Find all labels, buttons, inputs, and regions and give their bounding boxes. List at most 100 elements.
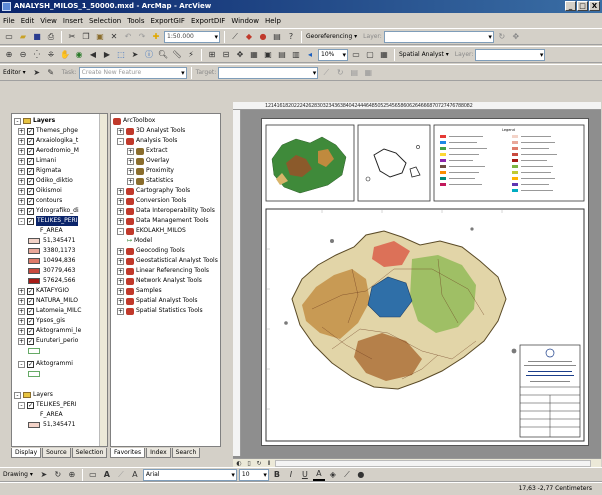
toc-layer[interactable]: + ✓ Ydrografiko_di	[14, 206, 107, 216]
bold-button[interactable]: B	[271, 469, 283, 481]
expand-icon[interactable]: +	[117, 197, 124, 205]
expand-icon[interactable]: +	[117, 247, 124, 255]
toc-scrollbar[interactable]	[99, 114, 107, 446]
expand-icon[interactable]: +	[18, 287, 25, 295]
toc-layer[interactable]: + ✓ Rigmata	[14, 166, 107, 176]
arccatalog-icon[interactable]: ●	[257, 31, 269, 43]
layer-checkbox[interactable]: ✓	[27, 147, 34, 155]
toc-layer[interactable]: + ✓ Odiko_diktio	[14, 176, 107, 186]
layer-checkbox[interactable]: ✓	[27, 297, 34, 305]
full-extent-icon[interactable]: ◉	[73, 49, 85, 61]
menu-insert[interactable]: Insert	[63, 17, 83, 25]
expand-icon[interactable]: +	[18, 337, 25, 345]
refresh-view-icon[interactable]: ↻	[255, 459, 263, 467]
layout-zoom-out-icon[interactable]: ⊟	[220, 49, 232, 61]
expand-icon[interactable]: +	[18, 127, 25, 135]
toolbox-item[interactable]: + Overlay	[113, 156, 220, 166]
toc-layer[interactable]: + ✓ KATAFYGIO	[14, 286, 107, 296]
layer-checkbox[interactable]: ✓	[27, 197, 34, 205]
edit-tool-icon[interactable]: ➤	[31, 67, 43, 79]
expand-icon[interactable]: +	[117, 257, 124, 265]
layer-checkbox[interactable]: ✓	[27, 317, 34, 325]
close-button[interactable]: X	[589, 1, 600, 11]
expand-icon[interactable]: +	[127, 157, 134, 165]
map-scale-combo[interactable]: 1:50.000	[164, 30, 220, 43]
collapse-icon[interactable]: -	[14, 391, 21, 399]
minimize-button[interactable]: _	[565, 1, 576, 11]
toc-layer-telikes-2[interactable]: - ✓ TELIKES_PERI	[14, 400, 107, 410]
spatial-analyst-menu[interactable]: Spatial Analyst ▾	[399, 51, 449, 58]
expand-icon[interactable]: +	[117, 267, 124, 275]
toc-layer[interactable]: + ✓ Arxaiologika_t	[14, 136, 107, 146]
menu-help[interactable]: Help	[265, 17, 281, 25]
layer-checkbox[interactable]: ✓	[27, 127, 34, 135]
layer-checkbox[interactable]: ✓	[27, 327, 34, 335]
save-icon[interactable]: ■	[31, 31, 43, 43]
maximize-button[interactable]: □	[577, 1, 588, 11]
expand-icon[interactable]: +	[18, 167, 25, 175]
attributes-icon[interactable]: ▤	[348, 67, 360, 79]
whats-this-icon[interactable]: ?	[285, 31, 297, 43]
rectangle-tool-icon[interactable]: ▭	[87, 469, 99, 481]
tab-favorites[interactable]: Favorites	[110, 448, 146, 458]
menu-edit[interactable]: Edit	[21, 17, 35, 25]
font-name-combo[interactable]: Arial	[142, 468, 237, 481]
toolbox-item[interactable]: + Spatial Statistics Tools	[113, 306, 220, 316]
print-icon[interactable]: ⎙	[45, 31, 57, 43]
layer-checkbox[interactable]: ✓	[27, 137, 34, 145]
open-folder-icon[interactable]: ▰	[17, 31, 29, 43]
expand-icon[interactable]: +	[18, 297, 25, 305]
change-layout-icon[interactable]: ▦	[378, 49, 390, 61]
toolbox-item[interactable]: ↦ Model	[113, 236, 220, 246]
pan-icon[interactable]: ✋	[59, 49, 71, 61]
zoom-whole-page-icon[interactable]: ▦	[248, 49, 260, 61]
collapse-icon[interactable]: -	[14, 117, 21, 125]
horizontal-scrollbar[interactable]	[275, 459, 591, 467]
expand-icon[interactable]: +	[127, 147, 134, 155]
collapse-icon[interactable]: -	[18, 401, 25, 409]
menu-file[interactable]: File	[3, 17, 15, 25]
toolbox-item[interactable]: + Data Interoperability Tools	[113, 206, 220, 216]
pause-drawing-icon[interactable]: Ⅱ	[265, 459, 273, 467]
layer-checkbox[interactable]: ✓	[27, 167, 34, 175]
toolbox-item[interactable]: + Proximity	[113, 166, 220, 176]
toc-layer[interactable]: + ✓ Ypsos_gis	[14, 316, 107, 326]
rotate-tool-icon[interactable]: ↻	[334, 67, 346, 79]
layout-zoom-in-icon[interactable]: ⊞	[206, 49, 218, 61]
font-color-button[interactable]: A	[312, 469, 325, 481]
underline-button[interactable]: U	[299, 469, 311, 481]
zoom-in-icon[interactable]: ⊕	[3, 49, 15, 61]
fill-color-icon[interactable]: ◈	[327, 469, 339, 481]
layout-back-icon[interactable]: ◂	[304, 49, 316, 61]
tab-selection[interactable]: Selection	[71, 448, 108, 458]
menu-selection[interactable]: Selection	[89, 17, 121, 25]
toc-layer[interactable]: + ✓ Euruteri_perio	[14, 336, 107, 346]
expand-icon[interactable]: +	[117, 187, 124, 195]
sketch-properties-icon[interactable]: ▦	[362, 67, 374, 79]
layer-checkbox[interactable]: ✓	[27, 337, 34, 345]
zoom-to-selected-icon[interactable]: ⊕	[66, 469, 78, 481]
arctoolbox-root[interactable]: ArcToolbox	[113, 116, 220, 126]
toc-layer[interactable]: + ✓ Oikismoi	[14, 186, 107, 196]
zoom-100-icon[interactable]: ▣	[262, 49, 274, 61]
toolbox-item[interactable]: + Geocoding Tools	[113, 246, 220, 256]
drawing-menu[interactable]: Drawing ▾	[3, 471, 33, 478]
fixed-zoom-in-icon[interactable]: ⁛	[31, 49, 43, 61]
layout-zoom-combo[interactable]: 10%	[318, 48, 348, 61]
command-line-icon[interactable]: ▤	[271, 31, 283, 43]
marker-color-icon[interactable]: ●	[355, 469, 367, 481]
layer-checkbox[interactable]: ✓	[27, 157, 34, 165]
layout-fixed-zoom-out-icon[interactable]: ▥	[290, 49, 302, 61]
toc-layer[interactable]: + ✓ Limani	[14, 156, 107, 166]
expand-icon[interactable]: +	[117, 297, 124, 305]
collapse-icon[interactable]: -	[117, 137, 124, 145]
delete-icon[interactable]: ✕	[108, 31, 120, 43]
layer-checkbox[interactable]: ✓	[27, 217, 34, 225]
expand-icon[interactable]: +	[127, 167, 134, 175]
layer-checkbox[interactable]: ✓	[27, 307, 34, 315]
expand-icon[interactable]: +	[117, 127, 124, 135]
task-combo[interactable]: Create New Feature	[78, 66, 187, 79]
toc-layer-aktogrammi[interactable]: - ✓ Aktogrammi	[14, 359, 107, 369]
zoom-out-icon[interactable]: ⊖	[17, 49, 29, 61]
expand-icon[interactable]: +	[18, 327, 25, 335]
